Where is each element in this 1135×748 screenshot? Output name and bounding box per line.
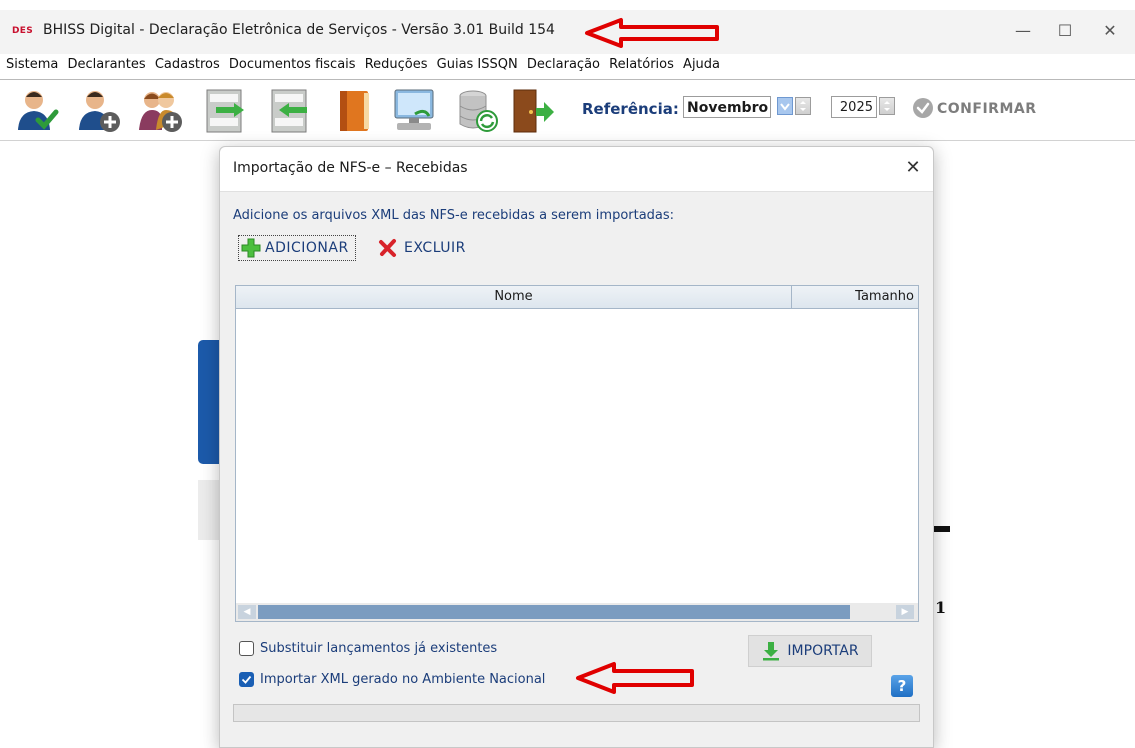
column-header-nome[interactable]: Nome (236, 286, 792, 308)
menu-item-declaracao[interactable]: Declaração (527, 57, 600, 72)
scroll-left-icon[interactable]: ◀ (238, 605, 256, 619)
delete-x-icon (379, 239, 396, 257)
background-panel-edge (198, 340, 220, 464)
chevron-down-icon (780, 103, 790, 111)
month-spinner[interactable] (795, 97, 811, 115)
background-digit: 1 (935, 598, 947, 617)
replace-existing-label: Substituir lançamentos já existentes (260, 640, 498, 656)
delete-files-button[interactable]: EXCLUIR (378, 235, 466, 261)
national-xml-label: Importar XML gerado no Ambiente Nacional (260, 671, 546, 687)
scrollbar-thumb[interactable] (258, 605, 850, 619)
computer-network-icon[interactable] (391, 88, 437, 134)
dialog-header: Importação de NFS-e – Recebidas ✕ (220, 147, 933, 192)
import-label: IMPORTAR (787, 643, 859, 659)
menu-divider (0, 79, 1135, 80)
user-add-icon[interactable] (76, 88, 122, 134)
document-import-icon[interactable] (267, 88, 313, 134)
confirm-button[interactable]: CONFIRMAR (913, 96, 1037, 122)
window-title: BHISS Digital - Declaração Eletrônica de… (43, 22, 555, 38)
dialog-instruction: Adicione os arquivos XML das NFS-e receb… (233, 208, 675, 223)
national-xml-checkbox[interactable] (239, 671, 254, 687)
horizontal-scrollbar[interactable]: ◀ ▶ (236, 603, 918, 621)
scroll-right-icon[interactable]: ▶ (896, 605, 914, 619)
download-arrow-icon (763, 642, 780, 661)
users-add-icon[interactable] (138, 88, 184, 134)
menu-item-relatorios[interactable]: Relatórios (609, 57, 674, 72)
close-button[interactable]: ✕ (1090, 16, 1130, 46)
database-refresh-icon[interactable] (455, 88, 501, 134)
dialog-close-button[interactable]: ✕ (900, 155, 926, 181)
menu-item-sistema[interactable]: Sistema (6, 57, 58, 72)
menu-item-ajuda[interactable]: Ajuda (683, 57, 720, 72)
check-circle-icon (913, 98, 933, 118)
annotation-arrow-icon (576, 662, 694, 694)
add-files-label: ADICIONAR (265, 240, 349, 256)
dialog-title: Importação de NFS-e – Recebidas (233, 160, 468, 176)
document-export-icon[interactable] (202, 88, 248, 134)
toolbar: Referência: Novembro 2025 CONFIRMAR (0, 83, 1135, 139)
maximize-button[interactable]: ☐ (1045, 16, 1085, 46)
spinner-arrows-icon (800, 101, 806, 111)
replace-existing-checkbox[interactable] (239, 640, 254, 656)
minimize-button[interactable]: — (1003, 16, 1043, 46)
annotation-arrow-icon (585, 18, 719, 48)
menu-item-guias-issqn[interactable]: Guias ISSQN (437, 57, 518, 72)
title-bar: DES BHISS Digital - Declaração Eletrônic… (0, 10, 1135, 54)
plus-icon (241, 238, 261, 258)
menu-bar: Sistema Declarantes Cadastros Documentos… (0, 57, 1135, 77)
confirm-label: CONFIRMAR (937, 101, 1037, 117)
help-icon[interactable]: ? (891, 675, 913, 697)
reference-label: Referência: (582, 100, 679, 118)
spinner-arrows-icon (884, 101, 890, 111)
year-spinner[interactable] (879, 97, 895, 115)
add-files-button[interactable]: ADICIONAR (238, 235, 356, 261)
national-xml-option[interactable]: Importar XML gerado no Ambiente Nacional (239, 670, 545, 688)
month-dropdown-button[interactable] (777, 97, 793, 115)
import-button[interactable]: IMPORTAR (748, 635, 872, 667)
import-progress-bar (233, 704, 920, 722)
toolbar-divider (0, 140, 1135, 141)
exit-door-icon[interactable] (510, 88, 556, 134)
files-grid[interactable]: Nome Tamanho ◀ ▶ (235, 285, 919, 622)
user-check-icon[interactable] (14, 88, 60, 134)
menu-item-declarantes[interactable]: Declarantes (68, 57, 146, 72)
delete-files-label: EXCLUIR (404, 240, 466, 256)
column-header-tamanho[interactable]: Tamanho (792, 286, 918, 308)
month-select[interactable]: Novembro (683, 96, 771, 118)
checkmark-icon (241, 675, 252, 684)
replace-existing-option[interactable]: Substituir lançamentos já existentes (239, 639, 497, 657)
menu-item-cadastros[interactable]: Cadastros (155, 57, 220, 72)
book-icon[interactable] (331, 88, 377, 134)
app-logo: DES (12, 26, 34, 36)
grid-header: Nome Tamanho (236, 286, 918, 309)
menu-item-documentos-fiscais[interactable]: Documentos fiscais (229, 57, 356, 72)
year-input[interactable]: 2025 (831, 96, 877, 118)
background-panel-shadow (198, 480, 220, 540)
import-nfse-dialog: Importação de NFS-e – Recebidas ✕ Adicio… (219, 146, 934, 748)
menu-item-reducoes[interactable]: Reduções (365, 57, 428, 72)
